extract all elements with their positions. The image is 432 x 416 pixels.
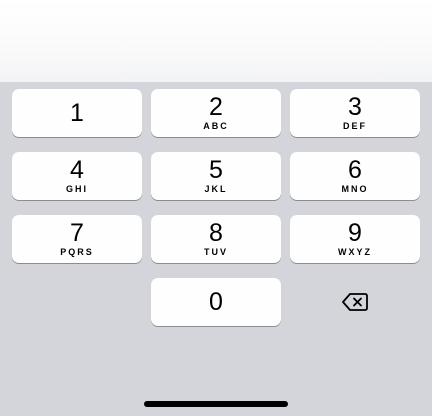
- key-3[interactable]: 3 DEF: [290, 89, 420, 137]
- key-digit: 1: [70, 98, 84, 127]
- key-2[interactable]: 2 ABC: [151, 89, 281, 137]
- key-6[interactable]: 6 MNO: [290, 152, 420, 200]
- key-digit: 4: [70, 156, 84, 184]
- key-digit: 2: [209, 93, 223, 121]
- key-digit: 6: [348, 156, 362, 184]
- key-digit: 9: [348, 219, 362, 247]
- key-letters: MNO: [341, 184, 369, 194]
- key-8[interactable]: 8 TUV: [151, 215, 281, 263]
- key-7[interactable]: 7 PQRS: [12, 215, 142, 263]
- key-1[interactable]: 1: [12, 89, 142, 137]
- key-9[interactable]: 9 WXYZ: [290, 215, 420, 263]
- key-5[interactable]: 5 JKL: [151, 152, 281, 200]
- key-0[interactable]: 0: [151, 278, 281, 326]
- key-letters: PQRS: [60, 247, 94, 257]
- key-letters: DEF: [343, 121, 367, 131]
- home-indicator[interactable]: [144, 401, 288, 407]
- delete-backspace-icon: [342, 293, 368, 311]
- key-letters: JKL: [204, 184, 228, 194]
- key-4[interactable]: 4 GHI: [12, 152, 142, 200]
- key-letters: TUV: [204, 247, 228, 257]
- key-letters: WXYZ: [338, 247, 372, 257]
- delete-key[interactable]: [290, 278, 420, 326]
- key-letters: ABC: [203, 121, 229, 131]
- key-digit: 3: [348, 93, 362, 121]
- key-digit: 7: [70, 219, 84, 247]
- key-digit: 5: [209, 156, 223, 184]
- key-digit: 8: [209, 219, 223, 247]
- phone-screen: 1 2 ABC 3 DEF 4 GHI 5 JKL 6 MNO 7 PQRS 8…: [0, 0, 432, 416]
- key-digit: 0: [209, 287, 223, 316]
- content-area: [0, 0, 432, 82]
- key-letters: GHI: [65, 184, 88, 194]
